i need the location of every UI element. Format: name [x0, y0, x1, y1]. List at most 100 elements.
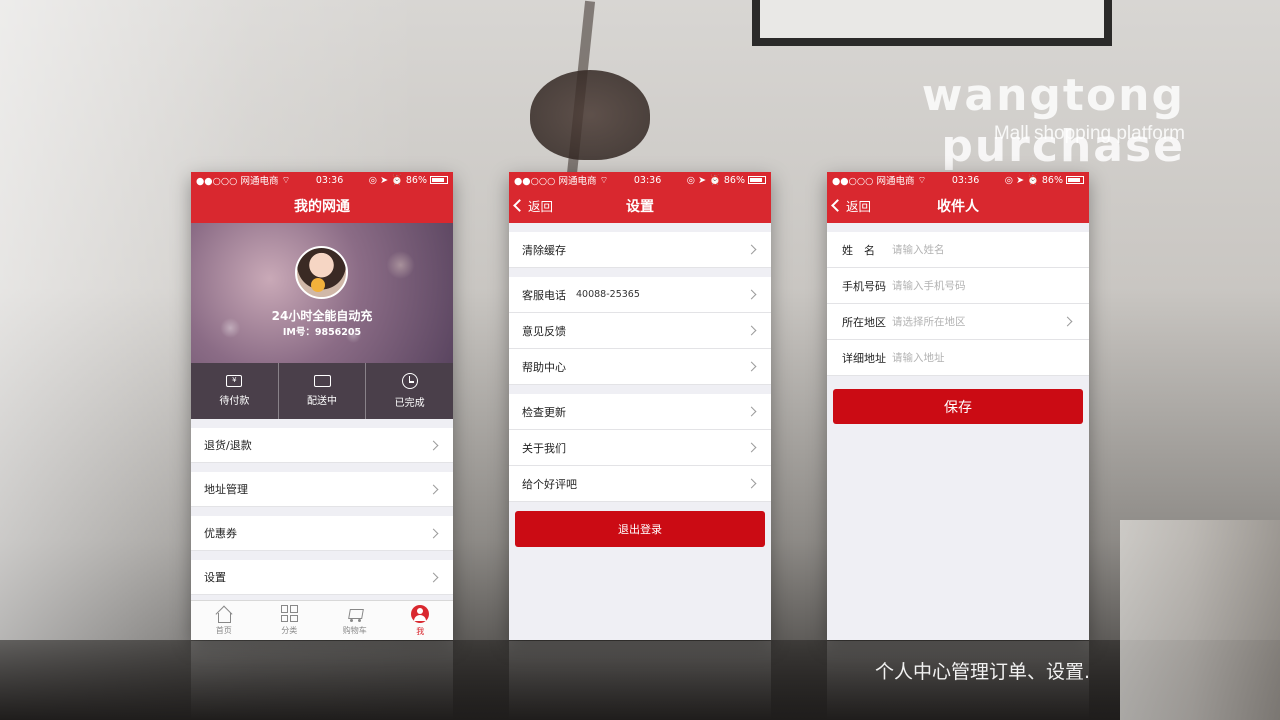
alarm-icon: ⏰ — [709, 174, 721, 186]
status-bar: ●●○○○ 网通电商 ⌔ 03:36 ◎ ➤ ⏰ 86% — [509, 172, 771, 188]
phone-settings-screen: ●●○○○ 网通电商 ⌔ 03:36 ◎ ➤ ⏰ 86% 返回 设置 清除缓存 … — [509, 172, 771, 640]
battery-percent: 86% — [723, 174, 745, 186]
avatar[interactable] — [295, 246, 348, 299]
settings-rate-app[interactable]: 给个好评吧 — [509, 466, 771, 502]
save-button[interactable]: 保存 — [833, 389, 1083, 424]
user-name: 24小时全能自动充 — [271, 309, 373, 323]
chevron-right-icon — [428, 572, 439, 583]
chevron-right-icon — [746, 325, 757, 336]
field-placeholder: 请输入姓名 — [892, 244, 945, 256]
menu-item-label: 优惠券 — [204, 527, 237, 540]
chevron-right-icon — [1062, 316, 1073, 327]
tab-home[interactable]: 首页 — [191, 601, 257, 640]
region-select[interactable]: 所在地区 请选择所在地区 — [827, 304, 1089, 340]
settings-clear-cache[interactable]: 清除缓存 — [509, 232, 771, 268]
battery-icon — [430, 176, 448, 184]
phone-field[interactable]: 手机号码 请输入手机号码 — [827, 268, 1089, 304]
alarm-icon: ⏰ — [1027, 174, 1039, 186]
menu-item-label: 退货/退款 — [204, 439, 252, 452]
menu-item-coupons[interactable]: 优惠券 — [191, 516, 453, 551]
order-pending-payment[interactable]: ¥ 待付款 — [191, 363, 279, 419]
tab-label: 购物车 — [342, 625, 367, 635]
phone-reflection — [509, 641, 771, 720]
page-title: 我的网通 — [294, 198, 350, 215]
grid-icon — [280, 605, 298, 622]
field-placeholder: 请输入手机号码 — [892, 280, 966, 292]
settings-item-label: 给个好评吧 — [522, 477, 577, 491]
page-title: 收件人 — [937, 198, 979, 215]
banner-headline: wangtong purchase — [921, 70, 1185, 172]
settings-item-label: 客服电话 — [522, 288, 566, 302]
clock-icon — [401, 373, 418, 389]
field-label: 详细地址 — [842, 351, 886, 365]
banner-subline: Mall shopping platform — [993, 123, 1185, 144]
lock-rotation-icon: ◎ — [686, 174, 696, 186]
banner-caption: 个人中心管理订单、设置. — [874, 661, 1090, 683]
status-time: 03:36 — [633, 174, 662, 186]
phone-profile-screen: ●●○○○ 网通电商 ⌔ 03:36 ◎ ➤ ⏰ 86% 我的网通 24小时全能… — [191, 172, 453, 640]
settings-check-update[interactable]: 检查更新 — [509, 394, 771, 430]
order-in-delivery[interactable]: 配送中 — [279, 363, 367, 419]
chevron-right-icon — [428, 440, 439, 451]
location-icon: ➤ — [380, 174, 389, 186]
tab-label: 我 — [416, 626, 425, 636]
order-label: 配送中 — [307, 396, 337, 407]
chevron-left-icon — [831, 199, 844, 212]
field-label: 姓 名 — [842, 243, 875, 257]
lock-rotation-icon: ◎ — [368, 174, 378, 186]
truck-icon — [313, 375, 331, 387]
im-number: IM号：9856205 — [282, 327, 362, 338]
name-field[interactable]: 姓 名 请输入姓名 — [827, 232, 1089, 268]
menu-item-settings[interactable]: 设置 — [191, 560, 453, 595]
background-picture-frame — [752, 0, 1112, 46]
profile-header: 24小时全能自动充 IM号：9856205 — [191, 223, 453, 363]
field-placeholder: 请输入地址 — [892, 352, 945, 364]
nav-bar: 返回 设置 — [509, 188, 771, 223]
settings-item-label: 帮助中心 — [522, 360, 566, 374]
chevron-left-icon — [513, 199, 526, 212]
order-completed[interactable]: 已完成 — [366, 363, 453, 419]
chevron-right-icon — [746, 442, 757, 453]
menu-item-returns[interactable]: 退货/退款 — [191, 428, 453, 463]
wallet-icon: ¥ — [226, 375, 243, 387]
carrier-label: ●●○○○ 网通电商 — [832, 176, 915, 187]
location-icon: ➤ — [698, 174, 707, 186]
settings-customer-phone[interactable]: 客服电话 40088-25365 — [509, 277, 771, 313]
settings-item-label: 关于我们 — [522, 441, 566, 455]
nav-bar: 我的网通 — [191, 188, 453, 223]
settings-feedback[interactable]: 意见反馈 — [509, 313, 771, 349]
status-time: 03:36 — [951, 174, 980, 186]
tab-me[interactable]: 我 — [388, 601, 454, 640]
field-label: 手机号码 — [842, 279, 886, 293]
tab-label: 首页 — [215, 625, 232, 635]
tab-cart[interactable]: 购物车 — [322, 601, 388, 640]
back-label: 返回 — [846, 199, 872, 214]
customer-phone-number: 40088-25365 — [576, 289, 640, 300]
background-lotus-pod — [530, 70, 650, 160]
settings-help-center[interactable]: 帮助中心 — [509, 349, 771, 385]
settings-about-us[interactable]: 关于我们 — [509, 430, 771, 466]
back-label: 返回 — [528, 199, 554, 214]
alarm-icon: ⏰ — [391, 174, 403, 186]
chevron-right-icon — [428, 484, 439, 495]
back-button[interactable]: 返回 — [513, 188, 554, 223]
wifi-icon: ⌔ — [599, 174, 609, 186]
status-bar: ●●○○○ 网通电商 ⌔ 03:36 ◎ ➤ ⏰ 86% — [191, 172, 453, 188]
tab-label: 分类 — [281, 626, 298, 635]
chevron-right-icon — [746, 478, 757, 489]
carrier-label: ●●○○○ 网通电商 — [514, 176, 597, 187]
page-title: 设置 — [626, 198, 654, 215]
settings-item-label: 检查更新 — [522, 405, 566, 419]
address-field[interactable]: 详细地址 请输入地址 — [827, 340, 1089, 376]
wifi-icon: ⌔ — [917, 174, 927, 186]
chevron-right-icon — [746, 361, 757, 372]
back-button[interactable]: 返回 — [831, 188, 872, 223]
logout-button[interactable]: 退出登录 — [515, 511, 765, 547]
chevron-right-icon — [746, 406, 757, 417]
phone-receiver-screen: ●●○○○ 网通电商 ⌔ 03:36 ◎ ➤ ⏰ 86% 返回 收件人 姓 名 … — [827, 172, 1089, 640]
battery-percent: 86% — [1041, 174, 1063, 186]
menu-item-label: 地址管理 — [204, 483, 248, 496]
tab-category[interactable]: 分类 — [257, 601, 323, 640]
menu-item-address[interactable]: 地址管理 — [191, 472, 453, 507]
carrier-label: ●●○○○ 网通电商 — [196, 176, 279, 187]
